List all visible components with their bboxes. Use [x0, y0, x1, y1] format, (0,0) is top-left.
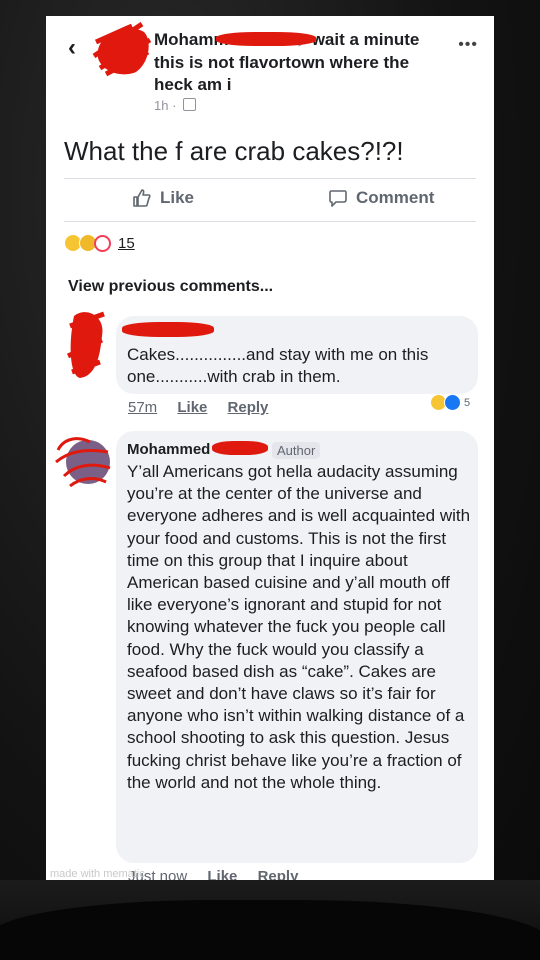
reaction-summary[interactable]: 15 [64, 234, 135, 252]
post-text: What the f are crab cakes?!?! [64, 136, 404, 166]
author-badge: Author [272, 442, 321, 459]
comment-reply-link[interactable]: Reply [228, 399, 269, 416]
facebook-screen: ‹ Mohammed▶wait a minute this is not fla… [46, 16, 494, 886]
name-redaction [216, 32, 316, 46]
post-time[interactable]: 1h [154, 98, 168, 113]
redacted-avatar-scribble [66, 311, 105, 378]
comment-label: Comment [356, 188, 435, 207]
comment-bubble: Mohammed Author Y’all Americans got hell… [116, 431, 478, 863]
post-meta: 1h · [154, 98, 197, 113]
comment-button[interactable]: Comment [328, 188, 434, 208]
comment-time[interactable]: 57m [128, 399, 157, 416]
photo-bottom-shadow [0, 880, 540, 960]
shadow-blot [0, 900, 540, 960]
back-chevron-icon[interactable]: ‹ [68, 34, 76, 62]
reaction-count: 15 [118, 234, 135, 252]
comment-text: Y’all Americans got hella audacity assum… [127, 462, 471, 792]
view-previous-comments-link[interactable]: View previous comments... [68, 278, 273, 296]
thumbs-up-icon [133, 189, 151, 207]
love-reaction-icon [94, 234, 111, 252]
comment-reaction-summary[interactable]: 5 [430, 394, 470, 411]
name-redaction [212, 441, 268, 455]
redacted-avatar-scribble [92, 22, 152, 77]
comment-reaction-count: 5 [464, 396, 471, 409]
more-icon[interactable]: ••• [458, 36, 478, 54]
commenter-name-redaction [122, 322, 214, 337]
divider [64, 178, 476, 179]
comment-bubble: Cakes...............and stay with me on … [116, 316, 478, 394]
comment-text: Cakes...............and stay with me on … [127, 345, 429, 386]
redacted-avatar-scribble [55, 437, 111, 488]
comment-actions: 57m Like Reply [128, 399, 284, 416]
like-button[interactable]: Like [132, 188, 194, 208]
commenter-name[interactable]: Mohammed [127, 441, 210, 458]
like-reaction-icon [444, 394, 461, 411]
app-watermark: made with mematic [50, 868, 145, 880]
comment-like-link[interactable]: Like [177, 399, 207, 416]
like-label: Like [160, 188, 195, 207]
speech-bubble-icon [329, 190, 347, 207]
divider [64, 221, 476, 222]
audience-icon [183, 98, 197, 111]
